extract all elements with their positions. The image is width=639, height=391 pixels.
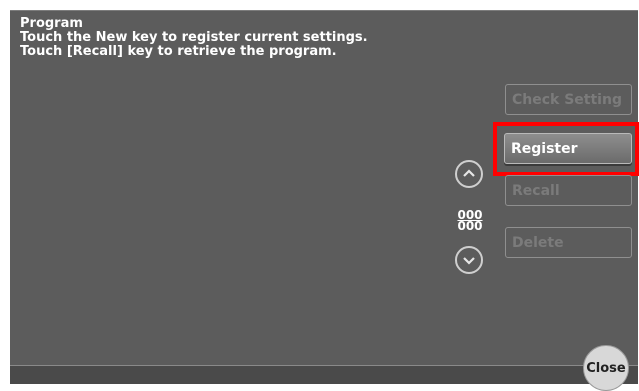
scroll-down-button[interactable]: [455, 246, 483, 274]
close-button[interactable]: Close: [583, 345, 629, 391]
message-line-2: Touch [Recall] key to retrieve the progr…: [20, 44, 337, 59]
page-counter: 000 000: [455, 209, 485, 233]
register-button[interactable]: Register: [504, 133, 632, 164]
scroll-up-button[interactable]: [455, 160, 483, 188]
message-area: Program Touch the New key to register cu…: [20, 17, 368, 59]
delete-button[interactable]: Delete: [505, 227, 632, 258]
status-bar: [10, 365, 638, 384]
message-title: Program: [20, 16, 83, 31]
recall-button[interactable]: Recall: [505, 175, 632, 206]
chevron-down-icon: [463, 257, 475, 265]
check-setting-button[interactable]: Check Setting: [505, 84, 632, 115]
chevron-up-icon: [463, 169, 475, 177]
page-counter-total: 000: [457, 219, 483, 233]
message-line-1: Touch the New key to register current se…: [20, 30, 368, 45]
